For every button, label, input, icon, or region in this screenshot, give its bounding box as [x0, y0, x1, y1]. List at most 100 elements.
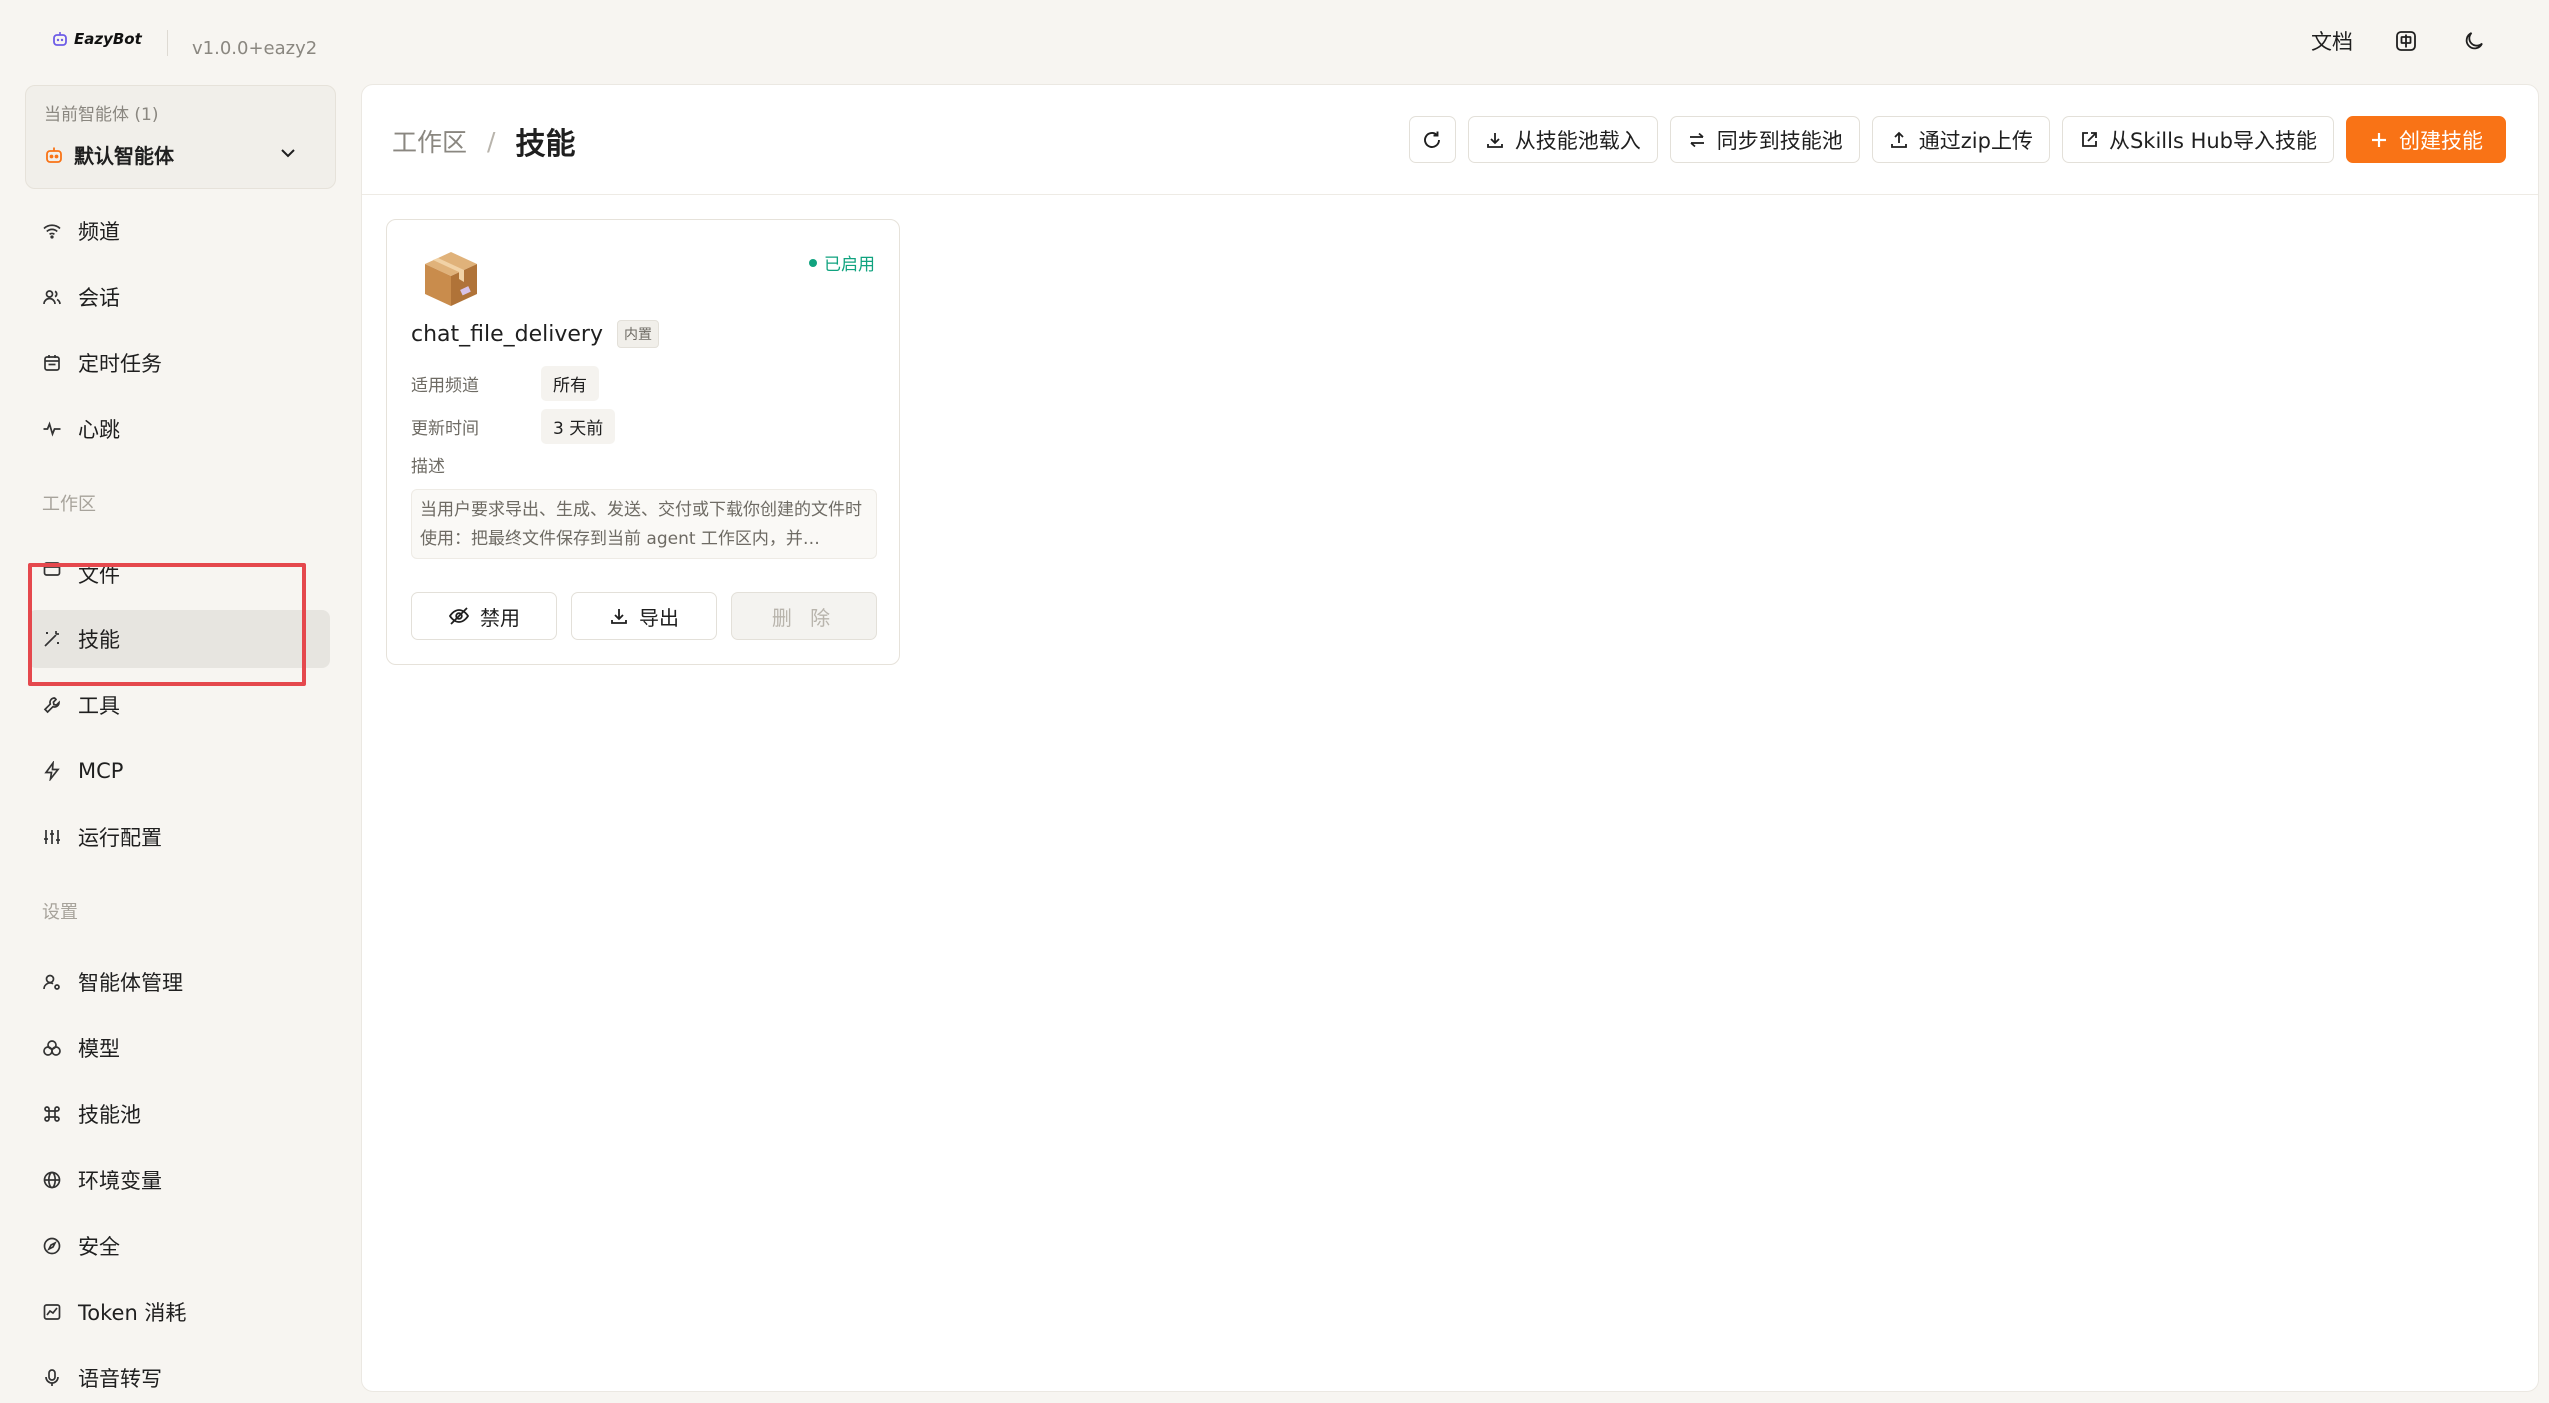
export-button[interactable]: 导出 [571, 592, 717, 640]
globe-icon [43, 1171, 61, 1189]
sidebar-item-label: 模型 [78, 1037, 120, 1061]
chart-icon [43, 1304, 61, 1320]
sidebar-item-label: 定时任务 [78, 352, 162, 376]
sidebar-item-heartbeat[interactable]: 心跳 [28, 400, 330, 458]
wrench-icon [43, 697, 60, 714]
download-icon [611, 609, 627, 624]
eye-off-icon [448, 607, 470, 625]
upload-zip-button[interactable]: 通过zip上传 [1871, 116, 2050, 163]
refresh-button[interactable] [1408, 116, 1456, 163]
load-from-pool-label: 从技能池载入 [1514, 128, 1641, 153]
sidebar-item-speech-to-text[interactable]: 语音转写 [28, 1349, 330, 1403]
sliders-icon [44, 830, 60, 844]
sidebar-item-label: 安全 [78, 1235, 120, 1259]
sync-to-pool-button[interactable]: 同步到技能池 [1669, 116, 1860, 163]
sidebar-item-skills[interactable]: 技能 [28, 610, 330, 668]
wand-icon [44, 631, 59, 647]
page-header: 工作区 / 技能 从技能池载入 同步到技能池 通过zip上传 从Skills H… [362, 85, 2538, 195]
updated-label: 更新时间 [411, 419, 479, 439]
create-skill-button[interactable]: 创建技能 [2346, 116, 2506, 163]
logo-divider [167, 30, 168, 56]
compass-icon [43, 1237, 61, 1255]
chevron-down-icon[interactable] [277, 142, 299, 164]
updated-value: 3 天前 [541, 409, 616, 444]
breadcrumb-separator: / [487, 126, 496, 156]
language-toggle-icon[interactable] [2391, 26, 2421, 56]
sidebar-item-security[interactable]: 安全 [28, 1217, 330, 1275]
user-cog-icon [43, 974, 60, 990]
sidebar-item-label: 运行配置 [78, 826, 162, 850]
disable-button[interactable]: 禁用 [411, 592, 557, 640]
calendar-icon [44, 355, 60, 371]
page-title: 技能 [515, 127, 576, 162]
create-skill-label: 创建技能 [2399, 128, 2483, 153]
sidebar-item-sessions[interactable]: 会话 [28, 268, 330, 326]
skill-card[interactable]: 已启用 chat_file_delivery 内置 适用频道 所有 更新时间 3… [386, 219, 900, 665]
moon-icon[interactable] [2459, 26, 2489, 56]
wifi-icon [43, 224, 61, 239]
channel-label: 适用频道 [411, 376, 479, 396]
import-hub-label: 从Skills Hub导入技能 [2108, 128, 2317, 153]
description-label: 描述 [411, 457, 445, 477]
sidebar-item-label: 环境变量 [78, 1169, 162, 1193]
sidebar-item-label: 智能体管理 [78, 971, 183, 995]
description-text: 当用户要求导出、生成、发送、交付或下载你创建的文件时使用：把最终文件保存到当前 … [411, 489, 877, 559]
sidebar-item-runtime-config[interactable]: 运行配置 [28, 808, 330, 866]
load-from-pool-button[interactable]: 从技能池载入 [1467, 116, 1658, 163]
export-label: 导出 [639, 605, 679, 630]
section-label-settings: 设置 [42, 902, 78, 923]
robot-icon [46, 147, 62, 163]
sync-to-pool-label: 同步到技能池 [1716, 128, 1843, 153]
builtin-tag: 内置 [617, 320, 659, 348]
sidebar-item-skill-pool[interactable]: 技能池 [28, 1085, 330, 1143]
sidebar-item-tools[interactable]: 工具 [28, 676, 330, 734]
robot-logo-icon [53, 32, 67, 46]
sidebar-item-label: 工具 [78, 694, 120, 718]
sidebar-item-files[interactable]: 文件 [28, 545, 330, 603]
sidebar-item-label: 心跳 [78, 418, 120, 442]
skill-name: chat_file_delivery [411, 321, 603, 347]
sidebar-item-mcp[interactable]: MCP [28, 742, 330, 800]
docs-link[interactable]: 文档 [2311, 26, 2353, 56]
sidebar-item-token-usage[interactable]: Token 消耗 [28, 1283, 330, 1341]
swap-icon [1689, 132, 1704, 147]
import-hub-button[interactable]: 从Skills Hub导入技能 [2061, 116, 2334, 163]
sidebar-item-label: 文件 [78, 563, 120, 587]
mic-icon [45, 1369, 59, 1386]
sidebar-item-label: 会话 [78, 286, 120, 310]
top-actions: 文档 [2311, 26, 2489, 56]
sidebar-item-models[interactable]: 模型 [28, 1019, 330, 1077]
agent-selector[interactable]: 当前智能体 (1) 默认智能体 [25, 85, 336, 189]
sidebar-item-scheduled-tasks[interactable]: 定时任务 [28, 334, 330, 392]
command-icon [44, 1106, 60, 1122]
delete-label: 删 除 [771, 605, 837, 630]
status-dot [809, 258, 817, 267]
sidebar-item-env-vars[interactable]: 环境变量 [28, 1151, 330, 1209]
upload-icon [1890, 131, 1907, 148]
plus-icon [2372, 132, 2386, 147]
bolt-icon [44, 761, 60, 781]
sidebar-item-channels[interactable]: 频道 [28, 202, 330, 260]
breadcrumb-workspace[interactable]: 工作区 [392, 123, 467, 159]
sidebar-item-label: MCP [78, 759, 124, 783]
sidebar-item-agent-management[interactable]: 智能体管理 [28, 953, 330, 1011]
model-icon [43, 1040, 61, 1056]
sidebar-item-label: 频道 [78, 220, 120, 244]
refresh-icon [1424, 131, 1441, 148]
heartbeat-icon [43, 421, 61, 437]
disable-label: 禁用 [480, 605, 520, 630]
top-bar: EazyBot v1.0.0+eazy2 文档 [0, 0, 2549, 84]
app-logo[interactable]: EazyBot [52, 30, 142, 48]
breadcrumb: 工作区 / 技能 [392, 119, 575, 163]
main-panel: 工作区 / 技能 从技能池载入 同步到技能池 通过zip上传 从Skills H… [361, 84, 2539, 1392]
app-version: v1.0.0+eazy2 [192, 38, 318, 59]
delete-button[interactable]: 删 除 [731, 592, 877, 640]
status-label: 已启用 [824, 255, 875, 275]
channel-value: 所有 [541, 366, 599, 401]
package-icon [421, 248, 481, 314]
sidebar-item-label: 技能池 [78, 1103, 141, 1127]
section-label-workspace: 工作区 [42, 494, 96, 515]
agent-selector-caption: 当前智能体 (1) [44, 105, 159, 125]
sidebar-item-label: 语音转写 [78, 1367, 162, 1391]
external-edit-icon [2082, 131, 2097, 147]
